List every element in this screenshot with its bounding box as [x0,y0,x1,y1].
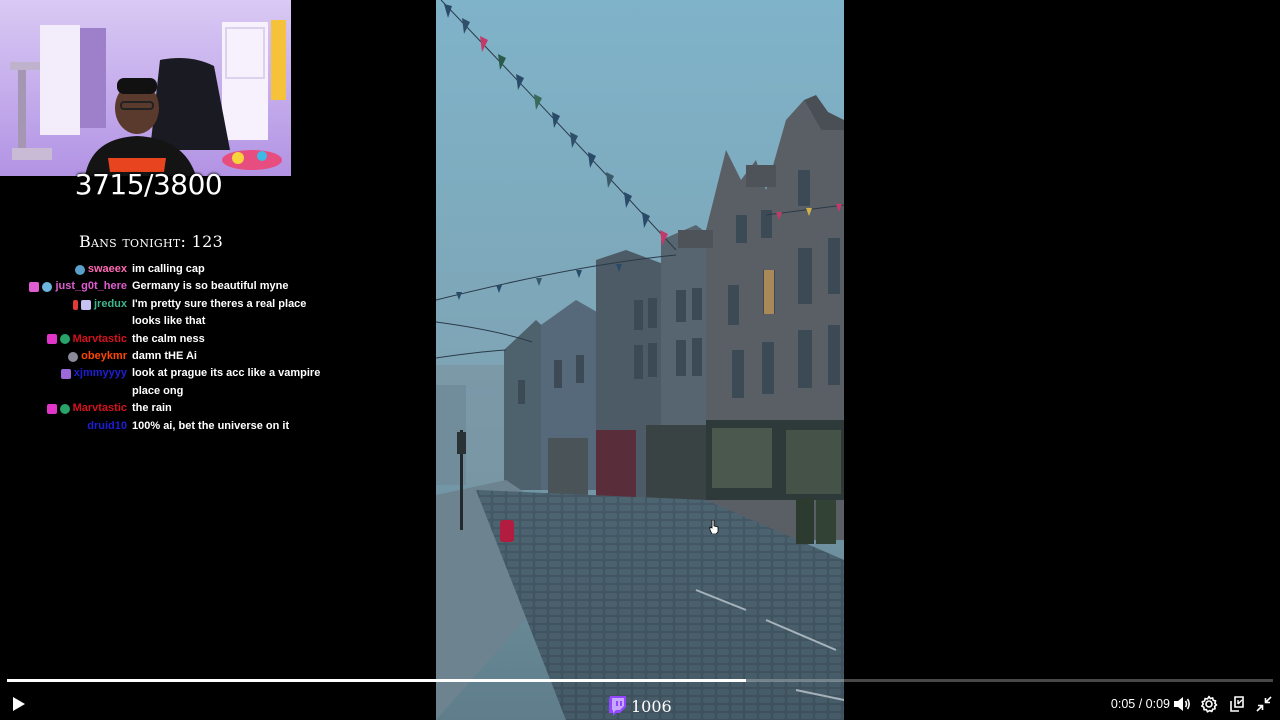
subscriber-badge-icon [59,334,70,345]
chat-text: 100% ai, bet the universe on it [132,419,290,432]
chat-text: the calm ness [132,332,205,345]
goal-counter: 3715/3800 [74,168,223,201]
miniplayer-button[interactable] [1227,694,1247,714]
chat-username: xjmmyyyy [73,367,127,380]
seek-bar-progress [7,679,747,682]
video-frame[interactable] [436,0,844,720]
hand-cursor-icon [709,520,719,534]
play-icon [13,697,25,711]
exit-fullscreen-icon [1256,696,1272,712]
turbo-badge-icon [80,299,91,310]
volume-button[interactable] [1172,694,1192,714]
twitch-icon [609,696,626,716]
volume-icon [1174,697,1190,711]
subscriber-badge-icon [42,282,53,293]
chat-message: Marvtastic the rain [0,400,360,417]
chat-text: I'm pretty sure theres a real place look… [132,297,307,328]
viewer-count: 1006 [608,694,672,718]
bans-tonight-counter: Bans tonight: 123 [78,232,224,251]
webcam-feed [0,0,291,176]
video-player[interactable]: 3715/3800 Bans tonight: 123 swaeex im ca… [0,0,1280,720]
chat-message: druid10 100% ai, bet the universe on it [0,418,360,435]
miniplayer-icon [1230,696,1244,712]
chat-username: swaeex [87,263,127,275]
chat-message: obeykmr damn tHE Ai [0,348,360,365]
viewer-count-value: 1006 [631,696,672,716]
chat-username: Marvtastic [72,332,127,345]
gift-badge-icon [29,282,40,293]
chat-message: xjmmyyyy look at prague its acc like a v… [0,365,360,400]
heart-badge-icon [46,403,57,414]
chat-message: swaeex im calling cap [0,261,360,278]
webcam-image [0,0,291,176]
chat-text: Germany is so beautiful myne [132,280,289,293]
chat-message: Marvtastic the calm ness [0,331,360,348]
chat-username: just_g0t_here [55,280,127,293]
chat-username: obeykmr [81,350,127,363]
subscriber-badge-icon [59,403,70,414]
chat-message: just_g0t_here Germany is so beautiful my… [0,278,360,295]
chat-overlay: swaeex im calling cap just_g0t_here Germ… [0,261,360,435]
prime-badge-icon [60,369,71,380]
chat-text: look at prague its acc like a vampire pl… [132,367,321,397]
bits-badge-icon [72,299,78,310]
chat-username: druid10 [87,419,127,432]
settings-button[interactable] [1199,694,1219,714]
chat-username: jredux [93,297,127,310]
subscriber-badge-icon [74,264,85,275]
time-display: 0:05 / 0:09 [1110,697,1170,711]
chat-username: Marvtastic [72,402,127,415]
seek-bar[interactable] [7,679,1273,682]
exit-fullscreen-button[interactable] [1254,694,1274,714]
chat-text: damn tHE Ai [132,350,197,363]
chat-text: im calling cap [132,263,205,275]
play-button[interactable] [8,694,28,714]
street-scene-image [436,0,844,720]
chat-text: the rain [132,402,172,415]
settings-icon [1201,695,1218,713]
heart-badge-icon [46,334,57,345]
chat-message: jredux I'm pretty sure theres a real pla… [0,296,360,331]
subscriber-badge-icon [68,351,79,362]
